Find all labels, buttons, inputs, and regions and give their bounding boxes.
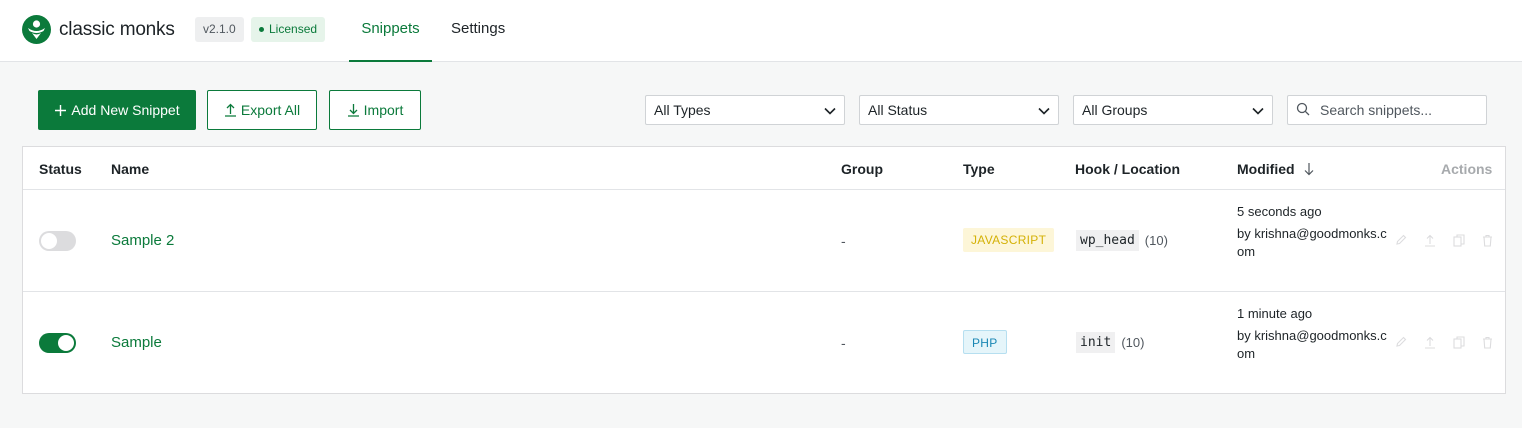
download-icon [347,103,360,117]
snippet-group: - [841,335,846,351]
column-modified-label: Modified [1237,161,1295,177]
column-group: Group [841,161,883,177]
delete-trash-icon[interactable] [1473,234,1502,247]
snippet-group: - [841,233,846,249]
table-row: Sample - PHP init (10) 1 minute ago by k… [23,292,1505,394]
type-badge: JAVASCRIPT [963,228,1055,252]
delete-trash-icon[interactable] [1473,336,1502,349]
snippet-name-link[interactable]: Sample 2 [111,232,174,249]
modified-by: by krishna@goodmonks.com [1237,226,1387,259]
license-label: Licensed [269,22,318,36]
group-filter-select[interactable]: All Groups [1073,95,1273,125]
search-input[interactable] [1320,102,1480,118]
status-toggle[interactable] [39,231,76,251]
edit-pencil-icon[interactable] [1386,336,1415,349]
tab-settings[interactable]: Settings [451,0,505,62]
hook-location: init (10) [1076,332,1144,353]
chevron-down-icon [1038,102,1050,118]
hook-location: wp_head (10) [1076,230,1168,251]
duplicate-copy-icon[interactable] [1444,336,1473,349]
snippets-table: Status Name Group Type Hook / Location M… [22,146,1506,394]
add-new-snippet-label: Add New Snippet [71,102,180,118]
hook-name: wp_head [1076,230,1139,251]
modified-time: 1 minute ago [1237,306,1313,321]
plus-icon [54,104,67,117]
duplicate-copy-icon[interactable] [1444,234,1473,247]
column-actions: Actions [1441,161,1493,177]
column-modified[interactable]: Modified [1237,161,1315,177]
sort-down-arrow-icon [1303,162,1315,176]
toggle-knob [41,233,57,249]
status-toggle[interactable] [39,333,76,353]
table-header: Status Name Group Type Hook / Location M… [23,147,1505,190]
modified-info: 5 seconds ago by krishna@goodmonks.com [1237,203,1387,261]
export-upload-icon[interactable] [1415,336,1444,349]
chevron-down-icon [824,102,836,118]
search-box [1287,95,1487,125]
tab-snippets[interactable]: Snippets [349,0,432,62]
toggle-knob [58,335,74,351]
table-row: Sample 2 - JAVASCRIPT wp_head (10) 5 sec… [23,190,1505,292]
modified-by: by krishna@goodmonks.com [1237,328,1387,361]
status-filter-value: All Status [868,102,928,118]
column-hook: Hook / Location [1075,161,1180,177]
modified-time: 5 seconds ago [1237,204,1322,219]
edit-pencil-icon[interactable] [1386,234,1415,247]
hook-priority: (10) [1121,335,1145,350]
top-bar: classic monks v2.1.0 Licensed Snippets S… [0,0,1522,62]
brand-logo[interactable]: classic monks [22,15,175,44]
snippet-name-link[interactable]: Sample [111,334,162,351]
export-all-label: Export All [240,102,301,118]
import-label: Import [363,102,404,118]
modified-info: 1 minute ago by krishna@goodmonks.com [1237,305,1387,363]
export-all-button[interactable]: Export All [207,90,317,130]
status-filter-select[interactable]: All Status [859,95,1059,125]
search-icon [1296,102,1310,119]
group-filter-value: All Groups [1082,102,1148,118]
hook-name: init [1076,332,1116,353]
license-dot-icon [259,27,264,32]
brand-name: classic monks [59,18,175,40]
add-new-snippet-button[interactable]: Add New Snippet [38,90,196,130]
upload-icon [224,103,237,117]
license-badge: Licensed [251,17,326,42]
import-button[interactable]: Import [329,90,421,130]
type-badge: PHP [963,330,1007,354]
column-name: Name [111,161,150,177]
monk-logo-icon [22,15,51,44]
row-actions [1386,336,1502,349]
version-badge: v2.1.0 [195,17,244,42]
column-status: Status [39,161,82,177]
type-filter-value: All Types [654,102,711,118]
export-upload-icon[interactable] [1415,234,1444,247]
column-type: Type [963,161,995,177]
row-actions [1386,234,1502,247]
hook-priority: (10) [1144,233,1168,248]
chevron-down-icon [1252,102,1264,118]
type-filter-select[interactable]: All Types [645,95,845,125]
